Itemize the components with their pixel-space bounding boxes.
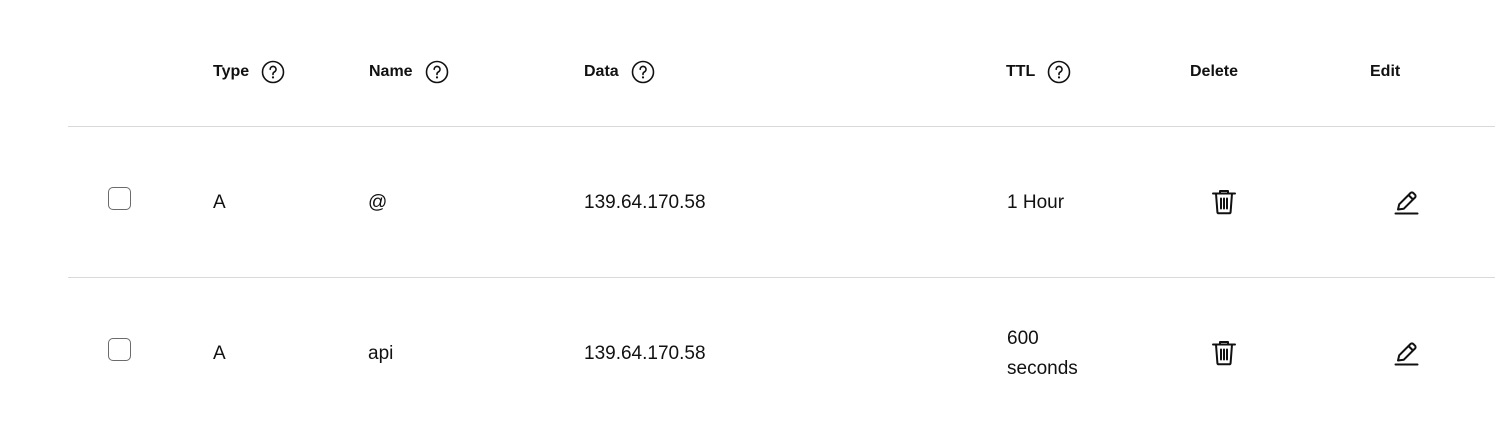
record-name: @ xyxy=(368,192,388,213)
record-ttl: 600 seconds xyxy=(1007,328,1078,379)
dns-records-table: Type Name Data TTL Delete Edit A @ 139.6… xyxy=(68,0,1495,427)
header-delete: Delete xyxy=(1190,58,1238,86)
trash-icon xyxy=(1212,341,1236,366)
header-name: Name xyxy=(369,58,449,86)
header-type: Type xyxy=(213,58,285,86)
header-name-label: Name xyxy=(369,63,413,80)
record-data: 139.64.170.58 xyxy=(584,192,706,213)
row-select-checkbox[interactable] xyxy=(108,338,131,361)
ttl-help-icon[interactable] xyxy=(1047,60,1071,84)
table-row: A @ 139.64.170.58 1 Hour xyxy=(68,127,1495,278)
edit-button[interactable] xyxy=(1391,338,1421,368)
header-ttl-label: TTL xyxy=(1006,63,1036,80)
type-help-icon[interactable] xyxy=(261,60,285,84)
pencil-icon xyxy=(1394,191,1419,215)
record-name: api xyxy=(368,343,394,364)
header-data-label: Data xyxy=(584,63,619,80)
header-data: Data xyxy=(584,58,655,86)
record-ttl: 1 Hour xyxy=(1007,192,1065,213)
name-help-icon[interactable] xyxy=(425,60,449,84)
record-type: A xyxy=(213,343,226,364)
delete-button[interactable] xyxy=(1209,338,1239,368)
data-help-icon[interactable] xyxy=(631,60,655,84)
record-type: A xyxy=(213,192,226,213)
pencil-icon xyxy=(1394,342,1419,366)
row-select-checkbox[interactable] xyxy=(108,187,131,210)
trash-icon xyxy=(1212,190,1236,215)
edit-button[interactable] xyxy=(1391,187,1421,217)
header-type-label: Type xyxy=(213,63,250,80)
record-data: 139.64.170.58 xyxy=(584,343,706,364)
table-row: A api 139.64.170.58 600 seconds xyxy=(68,278,1495,428)
table-header-row: Type Name Data TTL Delete Edit xyxy=(68,0,1495,127)
header-edit-label: Edit xyxy=(1370,63,1401,80)
header-edit: Edit xyxy=(1370,58,1400,86)
header-ttl: TTL xyxy=(1006,58,1071,86)
delete-button[interactable] xyxy=(1209,187,1239,217)
header-delete-label: Delete xyxy=(1190,63,1239,80)
